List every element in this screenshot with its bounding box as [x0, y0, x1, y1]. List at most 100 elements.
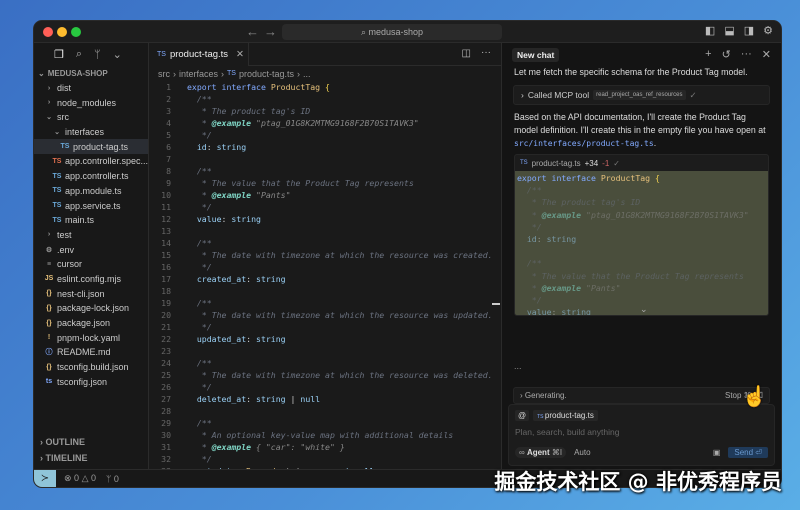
explorer-icon[interactable]: ❐: [54, 48, 64, 61]
file-tree-item[interactable]: {} package-lock.json: [34, 301, 148, 316]
close-window-button[interactable]: [43, 27, 53, 37]
tab-product-tag[interactable]: TS product-tag.ts ✕: [149, 43, 249, 66]
file-tree-item[interactable]: ⓘ README.md: [34, 345, 148, 360]
breadcrumb-item[interactable]: product-tag.ts: [239, 69, 294, 79]
image-icon[interactable]: ▣: [713, 448, 721, 457]
source-control-icon[interactable]: ᛘ: [94, 49, 101, 61]
file-tree-item[interactable]: › test: [34, 228, 148, 243]
code-token: "ptag_01G8K2MTMG9168F2B70S1TAVK3": [251, 118, 419, 128]
command-center-search[interactable]: ⌕ medusa-shop: [282, 24, 502, 40]
line-number: 3: [166, 106, 171, 116]
code-line: 3 * The product tag's ID: [149, 105, 501, 117]
code-line: 19 /**: [149, 297, 501, 309]
expand-chevron-icon[interactable]: ⌄: [640, 304, 648, 315]
file-path-link[interactable]: src/interfaces/product-tag.ts: [514, 139, 654, 148]
chevron-down-icon[interactable]: ⌄: [113, 48, 122, 61]
code-token: * The product tag's ID: [517, 197, 641, 208]
code-line: 32 */: [149, 453, 501, 465]
toggle-secondary-sidebar-icon[interactable]: ◨: [744, 24, 754, 37]
add-context-icon[interactable]: @: [515, 410, 530, 421]
minimize-window-button[interactable]: [57, 27, 67, 37]
file-tree-item[interactable]: TS app.service.ts: [34, 198, 148, 213]
gear-icon[interactable]: ⚙: [763, 24, 773, 37]
code-token: /**: [187, 94, 212, 104]
file-tree-label: .env: [57, 244, 75, 255]
toggle-sidebar-icon[interactable]: ◧: [705, 24, 715, 37]
file-tree-item[interactable]: ⚙ .env: [34, 242, 148, 257]
outline-section[interactable]: › OUTLINE: [40, 437, 85, 447]
code-token: :: [246, 394, 257, 404]
code-lines[interactable]: 1 export interface ProductTag {2 /** 3 * T…: [149, 81, 501, 469]
code-line: 30 * An optional key-value map with addi…: [149, 429, 501, 441]
line-number: 5: [166, 130, 171, 140]
file-tree-item[interactable]: TS product-tag.ts: [34, 139, 148, 155]
split-editor-icon[interactable]: ◫: [462, 48, 471, 59]
file-tree-item[interactable]: {} nest-cli.json: [34, 286, 148, 301]
more-actions-icon[interactable]: ···: [481, 47, 491, 58]
file-tree-item[interactable]: › dist: [34, 81, 148, 96]
breadcrumb-item[interactable]: ...: [303, 69, 311, 79]
code-token: export: [517, 173, 552, 183]
toggle-panel-icon[interactable]: ⬓: [724, 24, 734, 37]
more-icon[interactable]: ···: [741, 48, 752, 61]
explorer-root[interactable]: ⌄ MEDUSA-SHOP: [34, 66, 148, 81]
code-token: :: [246, 334, 257, 344]
code-token: /**: [517, 258, 542, 269]
file-tree-item[interactable]: › node_modules: [34, 95, 148, 110]
diff-file-name[interactable]: product-tag.ts: [532, 159, 581, 168]
breadcrumb-item[interactable]: src: [158, 69, 170, 79]
code-token: string: [561, 307, 591, 316]
problems-indicator[interactable]: ⊗ 0 △ 0: [64, 473, 96, 484]
history-icon[interactable]: ↺: [722, 48, 731, 61]
mode-selector[interactable]: ∞ Agent ⌘I: [515, 447, 567, 458]
breadcrumb-item[interactable]: interfaces: [179, 69, 218, 79]
code-token: *: [187, 442, 212, 452]
model-selector[interactable]: Auto: [574, 448, 590, 457]
maximize-window-button[interactable]: [71, 27, 81, 37]
file-tree-item[interactable]: TS app.module.ts: [34, 184, 148, 199]
file-tree-item[interactable]: ⌄ src: [34, 110, 148, 125]
code-token: */: [187, 322, 212, 332]
file-tree-item[interactable]: JS eslint.config.mjs: [34, 272, 148, 287]
code-token: @example: [211, 442, 252, 452]
code-token: *: [187, 118, 212, 128]
code-token: * The value that the Product Tag represe…: [187, 178, 414, 188]
file-tree-item[interactable]: {} package.json: [34, 316, 148, 331]
code-token: |: [290, 394, 301, 404]
line-number: 10: [161, 190, 171, 200]
ports-indicator[interactable]: ᛘ 0: [106, 474, 119, 484]
chat-input[interactable]: Plan, search, build anything: [509, 426, 774, 438]
search-icon[interactable]: ⌕: [76, 48, 82, 61]
file-type-icon: TS: [52, 216, 62, 224]
line-number: 16: [161, 262, 171, 272]
close-icon[interactable]: ✕: [762, 48, 771, 61]
code-editor: TS product-tag.ts ✕ ◫ ··· src › interfaces ›…: [149, 43, 501, 469]
line-number: 22: [161, 334, 171, 344]
context-file-chip[interactable]: TS product-tag.ts: [533, 410, 598, 421]
code-token: string: [546, 233, 577, 244]
new-chat-icon[interactable]: +: [705, 48, 711, 61]
line-number: 19: [161, 298, 171, 308]
line-number: 26: [161, 382, 171, 392]
code-line: 28: [149, 405, 501, 417]
forward-arrow-icon[interactable]: →: [264, 24, 277, 39]
loading-ellipsis: ...: [514, 361, 522, 371]
file-tree-item[interactable]: TS app.controller.spec...: [34, 154, 148, 169]
mcp-tool-call[interactable]: › Called MCP tool read_project_oas_ref_r…: [513, 85, 770, 105]
timeline-section[interactable]: › TIMELINE: [40, 453, 88, 463]
file-tree-item[interactable]: ≡ cursor: [34, 257, 148, 272]
remote-indicator-icon[interactable]: ≻: [34, 469, 56, 487]
send-button[interactable]: Send ⏎: [728, 447, 768, 458]
file-tree-item[interactable]: TS main.ts: [34, 213, 148, 228]
close-tab-icon[interactable]: ✕: [236, 49, 244, 60]
file-tree-item[interactable]: ts tsconfig.json: [34, 374, 148, 389]
file-tree-item[interactable]: TS app.controller.ts: [34, 169, 148, 184]
title-bar: ← → ⌕ medusa-shop ◧ ⬓ ◨ ⚙: [34, 21, 781, 43]
assistant-message: Based on the API documentation, I'll cre…: [514, 112, 766, 148]
file-tree-item[interactable]: ! pnpm-lock.yaml: [34, 330, 148, 345]
diff-code: export interface ProductTag { /** * The …: [515, 171, 768, 316]
file-tree-item[interactable]: ⌄ interfaces: [34, 125, 148, 140]
file-tree-item[interactable]: {} tsconfig.build.json: [34, 360, 148, 375]
chat-title[interactable]: New chat: [512, 47, 560, 62]
back-arrow-icon[interactable]: ←: [246, 24, 259, 39]
